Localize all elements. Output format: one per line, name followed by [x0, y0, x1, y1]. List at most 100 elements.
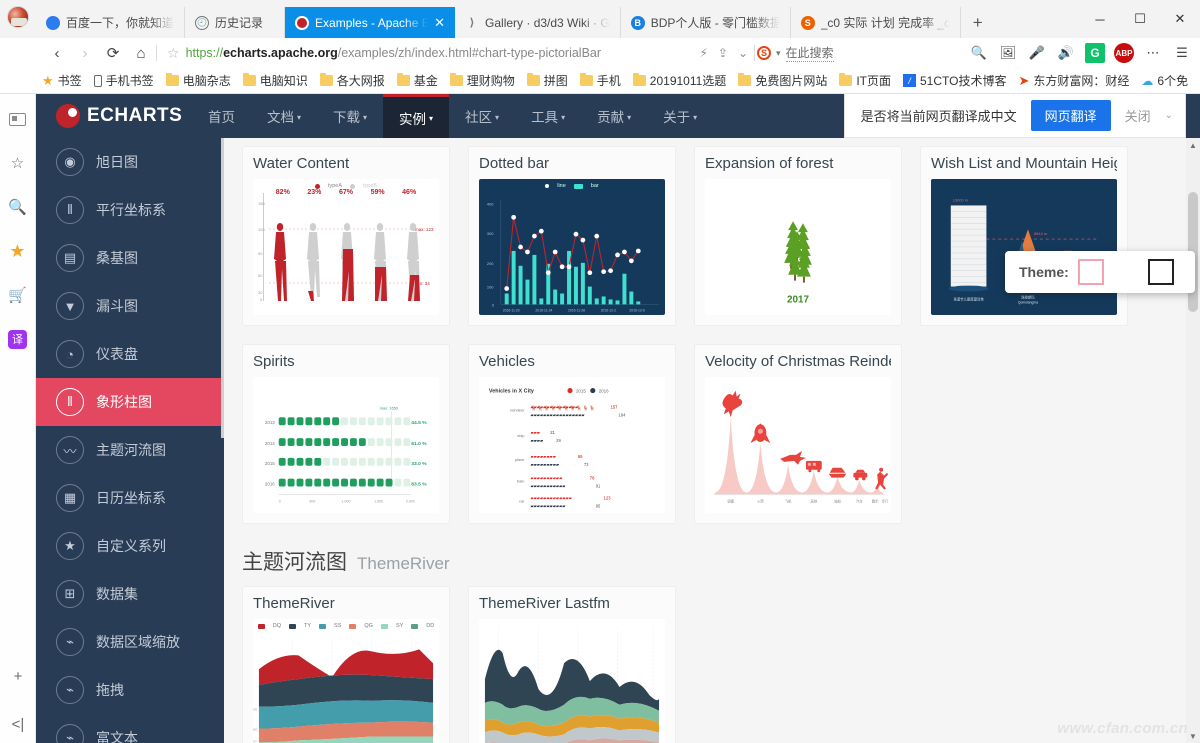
screenshot-icon[interactable]: 🖼 — [998, 43, 1018, 63]
collapse-icon[interactable]: <| — [7, 713, 29, 735]
bookmark-star-icon[interactable]: ☆ — [167, 45, 180, 62]
volume-icon[interactable]: 🔊 — [1056, 43, 1076, 63]
new-tab-button[interactable]: + — [961, 7, 995, 38]
address-bar[interactable]: ☆ https://echarts.apache.org/examples/zh… — [167, 41, 697, 65]
sidebar-item-datazoom[interactable]: ⌁ 数据区域缩放 — [36, 618, 224, 666]
chart-dotted-bar[interactable]: line bar 400 300 200 100 0 2016-11-20 20… — [479, 179, 665, 315]
chart-wish-list-mountain[interactable]: 13000 m 8844 m 圣诞节儿童愿望清单 珠穆朗玛 Qomolangma — [931, 179, 1117, 315]
mic-icon[interactable]: 🎤 — [1027, 43, 1047, 63]
theme-selector-popup[interactable]: Theme: — [1005, 251, 1195, 293]
favorites-outline-icon[interactable]: ☆ — [7, 152, 29, 174]
nav-item-contribute[interactable]: 贡献 ▾ — [581, 94, 647, 138]
sidebar-item-custom[interactable]: ★ 自定义系列 — [36, 522, 224, 570]
bookmark-item[interactable]: 拼图 — [521, 72, 574, 89]
chart-expansion-of-forest[interactable]: 2017 — [705, 179, 891, 315]
translate-close-button[interactable]: 关闭 — [1125, 106, 1151, 125]
chart-velocity-reindeer[interactable]: 驯鹿 火箭 飞机 高铁 轮船 汽车 跑步 步行 — [705, 377, 891, 513]
chart-spirits[interactable]: max: 1650 2013 2014 2015 2016 44.5 % 61.… — [253, 377, 439, 513]
browser-tab[interactable]: 百度一下，你就知道 — [36, 7, 186, 38]
chart-vehicles[interactable]: Vehicles in X City 2015 2016 reindeer shi… — [479, 377, 665, 513]
profile-button[interactable] — [0, 0, 36, 38]
bookmark-item[interactable]: IT页面 — [833, 72, 897, 89]
bookmark-item[interactable]: ➤ 东方财富网：财经 — [1012, 72, 1135, 89]
chart-themeriver[interactable]: DQ TY SS QG SY DD SS QG SY — [253, 619, 439, 743]
example-card-velocity-reindeer[interactable]: Velocity of Christmas Reinde… — [694, 344, 902, 524]
chevron-down-icon[interactable]: ⌄ — [1165, 110, 1173, 121]
minimize-button[interactable]: ─ — [1080, 4, 1120, 34]
bookmark-item[interactable]: 理财购物 — [444, 72, 521, 89]
close-button[interactable]: ✕ — [1160, 4, 1200, 34]
add-icon[interactable]: + — [7, 665, 29, 687]
bookmark-item[interactable]: 电脑知识 — [237, 72, 314, 89]
nav-item-tools[interactable]: 工具 ▾ — [515, 94, 581, 138]
theme-swatch-blue-yellow[interactable] — [1113, 259, 1139, 285]
search-icon[interactable]: 🔍 — [969, 43, 989, 63]
chevron-down-icon[interactable]: ⌄ — [738, 46, 748, 60]
chart-themeriver-lastfm[interactable] — [479, 619, 665, 743]
nav-item-about[interactable]: 关于 ▾ — [647, 94, 713, 138]
hamburger-menu-icon[interactable]: ☰ — [1172, 43, 1192, 63]
example-card-themeriver-lastfm[interactable]: ThemeRiver Lastfm — [468, 586, 676, 743]
more-menu-icon[interactable]: ⋯ — [1143, 43, 1163, 63]
search-input[interactable]: 在此搜索 — [785, 44, 834, 62]
translate-icon[interactable]: 译 — [7, 328, 29, 350]
translate-button[interactable]: 网页翻译 — [1030, 100, 1111, 131]
browser-tab[interactable]: ⟩ Gallery · d3/d3 Wiki · G — [455, 7, 621, 38]
theme-swatch-salmon-gray[interactable] — [1147, 259, 1174, 285]
reload-button[interactable]: ⟳ — [100, 41, 126, 65]
search-box[interactable]: S ▾ 在此搜索 — [757, 44, 967, 62]
bookmark-item[interactable]: 手机书签 — [88, 72, 160, 89]
example-card-water-content[interactable]: Water Content typeA typeB 82% 23% 67% 59% 46… — [242, 146, 450, 326]
browser-tab[interactable]: 🕘 历史记录 — [185, 7, 286, 38]
bookmark-item[interactable]: 20191011选题 — [627, 72, 733, 89]
adblock-icon[interactable]: ABP — [1114, 43, 1134, 63]
close-icon[interactable]: ✕ — [434, 16, 445, 29]
example-card-dotted-bar[interactable]: Dotted bar line bar 400 300 200 100 0 20… — [468, 146, 676, 326]
back-button[interactable]: ‹ — [44, 41, 70, 65]
sidebar-item-sankey[interactable]: ▤ 桑基图 — [36, 234, 224, 282]
nav-item-community[interactable]: 社区 ▾ — [449, 94, 515, 138]
site-logo[interactable]: ECHARTS — [36, 104, 192, 128]
chevron-down-icon[interactable]: ▾ — [776, 48, 781, 59]
share-icon[interactable]: ⇪ — [718, 46, 728, 60]
bookmark-item[interactable]: 手机 — [574, 72, 627, 89]
bookmark-item[interactable]: 基金 — [391, 72, 444, 89]
scroll-up-icon[interactable]: ▲ — [1186, 138, 1200, 152]
bookmark-item[interactable]: ★ 书签 — [36, 72, 88, 89]
bookmark-item[interactable]: 各大网报 — [314, 72, 391, 89]
sidebar-item-themeriver[interactable]: 〰 主题河流图 — [36, 426, 224, 474]
grammarly-icon[interactable]: G — [1085, 43, 1105, 63]
search-icon[interactable]: 🔍 — [7, 196, 29, 218]
example-card-wish-list-mountain[interactable]: Wish List and Mountain Height 13000 m 88… — [920, 146, 1128, 326]
nav-item-docs[interactable]: 文档 ▾ — [251, 94, 317, 138]
sidebar-item-pictorialbar[interactable]: ⦀ 象形柱图 — [36, 378, 224, 426]
home-button[interactable]: ⌂ — [128, 41, 154, 65]
browser-tab[interactable]: S _c0 实际 计划 完成率 _c0 — [790, 7, 961, 38]
sogou-search-icon[interactable]: S — [757, 46, 771, 60]
theme-swatch-default[interactable] — [1077, 259, 1104, 285]
sidebar-item-drag[interactable]: ⌁ 拖拽 — [36, 666, 224, 714]
reading-list-icon[interactable] — [7, 108, 29, 130]
sidebar-item-richtext[interactable]: ⌁ 富文本 — [36, 714, 224, 743]
nav-item-download[interactable]: 下载 ▾ — [317, 94, 383, 138]
page-scrollbar[interactable]: ▲ ▼ — [1186, 138, 1200, 743]
bookmark-item[interactable]: ☁ 6个免 — [1135, 72, 1194, 89]
sidebar-item-sunburst[interactable]: ◉ 旭日图 — [36, 138, 224, 186]
browser-tab-active[interactable]: Examples - Apache EC ✕ — [285, 7, 456, 38]
sidebar-item-parallel[interactable]: ⦀ 平行坐标系 — [36, 186, 224, 234]
example-card-themeriver[interactable]: ThemeRiver DQ TY SS QG SY DD SS QG SY — [242, 586, 450, 743]
lightning-icon[interactable]: ⚡ — [699, 46, 707, 60]
bookmark-item[interactable]: 电脑杂志 — [160, 72, 237, 89]
sidebar-item-funnel[interactable]: ▼ 漏斗图 — [36, 282, 224, 330]
favorites-star-icon[interactable]: ★ — [7, 240, 29, 262]
sidebar-item-gauge[interactable]: ◔ 仪表盘 — [36, 330, 224, 378]
example-card-vehicles[interactable]: Vehicles Vehicles in X City 2015 2016 re… — [468, 344, 676, 524]
example-card-expansion-of-forest[interactable]: Expansion of forest 2017 — [694, 146, 902, 326]
forward-button[interactable]: › — [72, 41, 98, 65]
bookmark-item[interactable]: / 51CTO技术博客 — [897, 72, 1012, 89]
bookmark-item[interactable]: 免费图片网站 — [732, 72, 833, 89]
maximize-button[interactable]: ☐ — [1120, 4, 1160, 34]
chart-water-content[interactable]: typeA typeB 82% 23% 67% 59% 46% 150 120 90 6… — [253, 179, 439, 315]
example-card-spirits[interactable]: Spirits max: 1650 2013 2014 2015 2016 44… — [242, 344, 450, 524]
browser-tab[interactable]: B BDP个人版 - 零门槛数据 — [620, 7, 791, 38]
